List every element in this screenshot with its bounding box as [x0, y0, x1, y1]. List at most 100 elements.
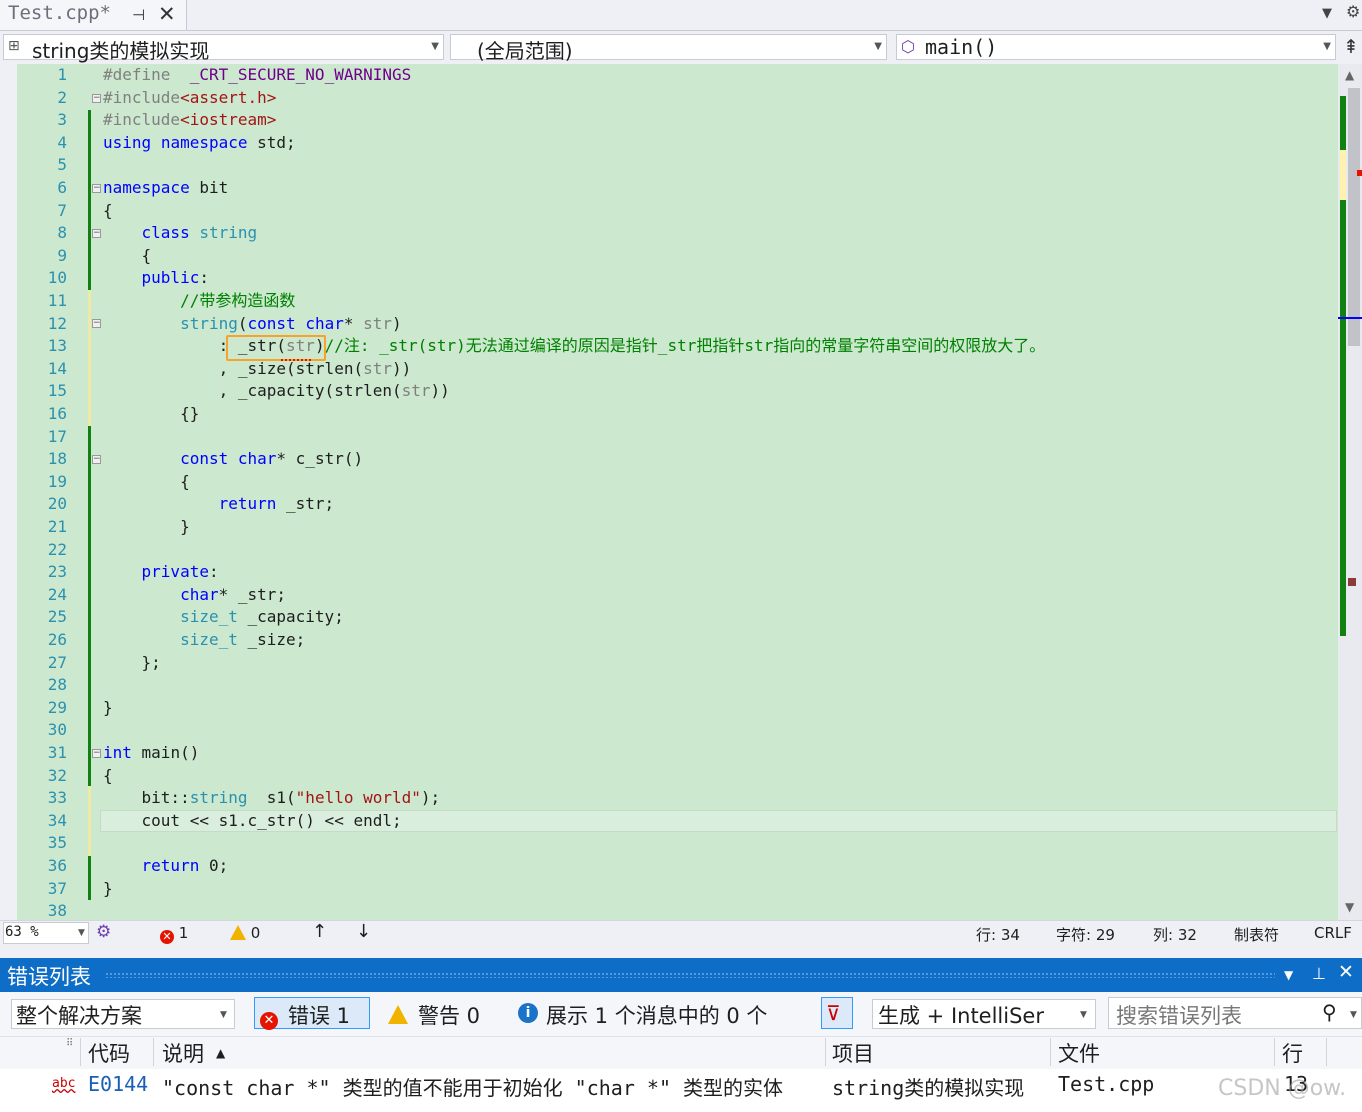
close-tab-button[interactable]: ✕ — [158, 2, 176, 26]
change-bar — [88, 856, 91, 900]
code-line[interactable]: cout << s1.c_str() << endl; — [103, 810, 402, 832]
fold-toggle-icon[interactable]: − — [92, 94, 101, 103]
code-line[interactable]: class string — [103, 222, 258, 244]
code-line[interactable]: size_t _capacity; — [103, 606, 344, 628]
line-number: 12 — [47, 314, 67, 333]
code-line[interactable]: { — [103, 245, 152, 267]
member-dropdown-label: main() — [925, 35, 998, 59]
status-line[interactable]: 行: 34 — [976, 924, 1020, 945]
scrollbar-error-marker — [1357, 170, 1362, 176]
column-separator[interactable] — [825, 1038, 826, 1066]
status-col[interactable]: 列: 32 — [1153, 924, 1197, 945]
column-header-file[interactable]: 文件 — [1058, 1038, 1100, 1068]
column-separator[interactable] — [1274, 1038, 1275, 1066]
code-line[interactable]: {} — [103, 403, 199, 425]
chevron-down-icon[interactable]: ▼ — [1350, 1010, 1357, 1020]
split-editor-icon[interactable]: ⇞ — [1343, 36, 1359, 58]
pin-icon[interactable]: ⊥ — [1312, 964, 1326, 983]
previous-issue-arrow-icon[interactable]: ↑ — [312, 921, 327, 942]
gear-icon[interactable]: ⚙ — [1346, 2, 1360, 21]
code-line[interactable]: namespace bit — [103, 177, 228, 199]
zoom-level: 63 % — [5, 924, 39, 940]
code-line[interactable]: size_t _size; — [103, 629, 305, 651]
project-dropdown[interactable]: ⊞ string类的模拟实现 ▼ — [3, 34, 444, 63]
line-number: 2 — [57, 88, 67, 107]
window-position-dropdown-icon[interactable]: ▼ — [1284, 968, 1293, 982]
member-dropdown[interactable]: ⬡ main() ▼ — [896, 34, 1336, 60]
editor-glyph-margin — [0, 64, 17, 920]
code-line[interactable]: //带参构造函数 — [103, 290, 295, 312]
column-separator[interactable] — [153, 1038, 154, 1066]
code-line[interactable]: bit::string s1("hello world"); — [103, 787, 441, 809]
scroll-down-icon[interactable]: ▼ — [1345, 900, 1354, 914]
error-count-button[interactable]: ✕ 1 — [160, 924, 188, 944]
fold-toggle-icon[interactable]: − — [92, 455, 101, 464]
code-line[interactable]: #define _CRT_SECURE_NO_WARNINGS — [103, 64, 411, 86]
build-source-label: 生成 + IntelliSer — [878, 1004, 1044, 1028]
intellicode-icon[interactable]: ⚙ — [96, 922, 111, 942]
code-line[interactable]: } — [103, 878, 113, 900]
code-line[interactable]: string(const char* str) — [103, 313, 402, 335]
line-number: 28 — [47, 675, 67, 694]
column-header-description[interactable]: 说明 — [162, 1038, 204, 1068]
warning-count-button[interactable]: 0 — [230, 924, 260, 942]
code-line[interactable]: int main() — [103, 742, 199, 764]
code-line[interactable]: private: — [103, 561, 219, 583]
code-line[interactable]: #include<iostream> — [103, 109, 276, 131]
scope-dropdown[interactable]: (全局范围) ▼ — [450, 34, 887, 63]
code-line[interactable]: { — [103, 765, 113, 787]
status-line-ending[interactable]: CRLF — [1314, 924, 1352, 942]
line-number: 17 — [47, 427, 67, 446]
column-separator[interactable] — [1326, 1038, 1327, 1066]
column-separator[interactable] — [1050, 1038, 1051, 1066]
filter-funnel-icon: ⊽ — [826, 1001, 841, 1025]
fold-toggle-icon[interactable]: − — [92, 319, 101, 328]
code-line[interactable]: } — [103, 697, 113, 719]
line-number: 21 — [47, 517, 67, 536]
error-project: string类的模拟实现 — [832, 1076, 1025, 1100]
line-number: 25 — [47, 607, 67, 626]
code-line[interactable]: using namespace std; — [103, 132, 296, 154]
status-char[interactable]: 字符: 29 — [1056, 924, 1115, 945]
column-chooser-icon[interactable]: ⠿ — [66, 1038, 73, 1049]
search-icon[interactable]: ⚲ — [1322, 1000, 1337, 1024]
code-line[interactable]: } — [103, 516, 190, 538]
error-file: Test.cpp — [1058, 1072, 1155, 1096]
tab-list-dropdown-icon[interactable]: ▼ — [1322, 6, 1332, 21]
pin-icon[interactable]: ⊣ — [132, 6, 145, 24]
line-number: 32 — [47, 766, 67, 785]
code-line[interactable]: return _str; — [103, 493, 335, 515]
warning-icon — [230, 925, 246, 940]
column-header-line[interactable]: 行 — [1282, 1038, 1303, 1068]
scope-filter-label: 整个解决方案 — [16, 1004, 142, 1028]
code-line[interactable]: , _capacity(strlen(str)) — [103, 380, 450, 402]
error-count: 1 — [178, 924, 189, 942]
code-line[interactable]: const char* c_str() — [103, 448, 363, 470]
code-line[interactable]: char* _str; — [103, 584, 286, 606]
warnings-filter-label[interactable]: 警告 0 — [418, 1000, 480, 1030]
column-header-code[interactable]: 代码 — [88, 1038, 130, 1068]
code-line[interactable]: , _size(strlen(str)) — [103, 358, 412, 380]
chevron-down-icon: ▼ — [1323, 41, 1331, 52]
intellisense-spell-icon: abc — [52, 1076, 76, 1091]
code-line[interactable]: return 0; — [103, 855, 229, 877]
scroll-up-icon[interactable]: ▲ — [1345, 68, 1354, 82]
change-bar-saved — [88, 786, 91, 856]
close-panel-icon[interactable]: ✕ — [1338, 961, 1354, 983]
code-line[interactable]: public: — [103, 267, 209, 289]
fold-toggle-icon[interactable]: − — [92, 749, 101, 758]
fold-toggle-icon[interactable]: − — [92, 229, 101, 238]
error-code-link[interactable]: E0144 — [88, 1072, 148, 1096]
scrollbar-thumb[interactable] — [1348, 88, 1360, 346]
column-header-project[interactable]: 项目 — [832, 1038, 874, 1068]
code-line[interactable]: }; — [103, 652, 161, 674]
code-line[interactable]: #include<assert.h> — [103, 87, 276, 109]
column-separator[interactable] — [80, 1038, 81, 1066]
messages-filter-label[interactable]: 展示 1 个消息中的 0 个 — [546, 1000, 767, 1030]
status-indent-mode[interactable]: 制表符 — [1234, 924, 1279, 945]
fold-toggle-icon[interactable]: − — [92, 184, 101, 193]
line-number: 1 — [57, 65, 67, 84]
code-line[interactable]: { — [103, 471, 190, 493]
code-line[interactable]: { — [103, 200, 113, 222]
next-issue-arrow-icon[interactable]: ↓ — [356, 921, 371, 942]
